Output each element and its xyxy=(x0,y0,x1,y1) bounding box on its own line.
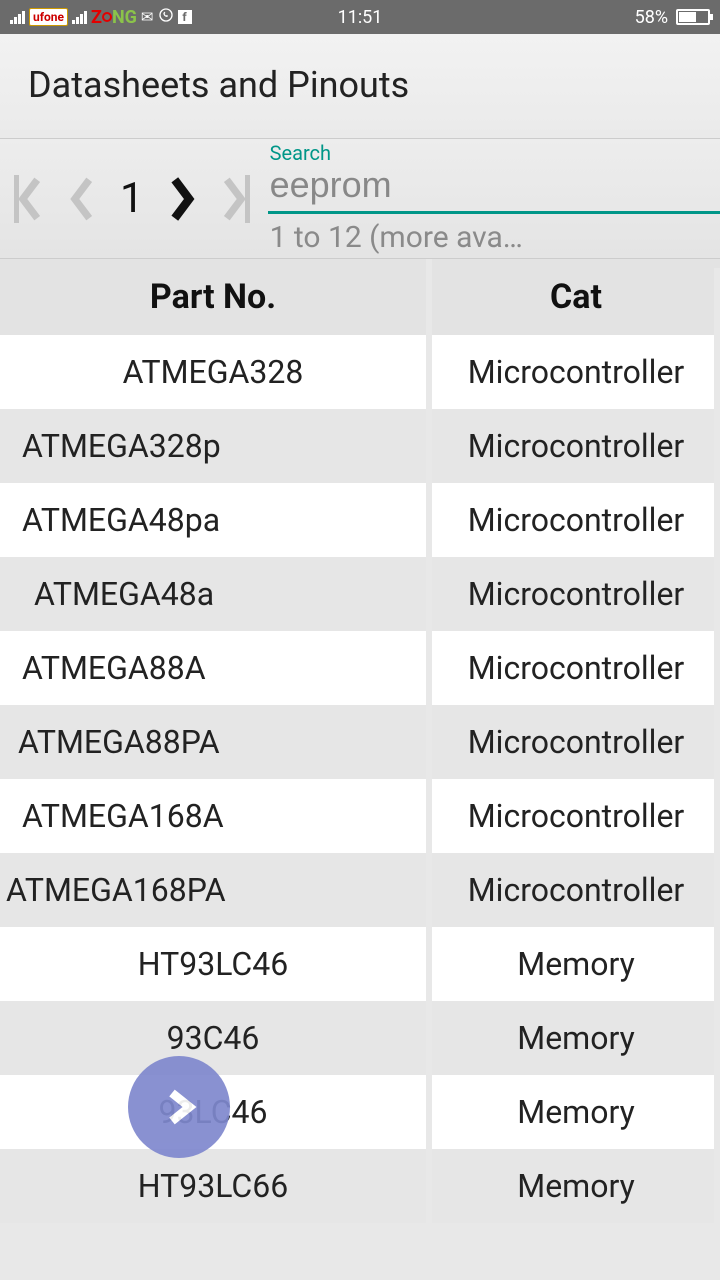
table-row[interactable]: ATMEGA168AMicrocontroller xyxy=(0,779,720,853)
first-page-button[interactable] xyxy=(4,139,56,258)
search-area: Search 1 to 12 (more ava… xyxy=(264,139,720,258)
carrier-badge-ufone: ufone xyxy=(29,8,68,26)
table-row[interactable]: ATMEGA88PAMicrocontroller xyxy=(0,705,720,779)
table-header: Part No. Cat xyxy=(0,259,720,335)
cell-part-no: ATMEGA328p xyxy=(0,409,432,483)
prev-page-button[interactable] xyxy=(56,139,108,258)
signal-icon-2 xyxy=(72,11,87,24)
cell-category: Microcontroller xyxy=(432,557,720,631)
cell-part-no: HT93LC46 xyxy=(0,927,432,1001)
current-page: 1 xyxy=(108,174,156,223)
whatsapp-icon xyxy=(158,7,174,27)
table-row[interactable]: ATMEGA88AMicrocontroller xyxy=(0,631,720,705)
cell-part-no: ATMEGA48a xyxy=(0,557,432,631)
cell-category: Memory xyxy=(432,927,720,1001)
cell-part-no: ATMEGA88A xyxy=(0,631,432,705)
cell-category: Memory xyxy=(432,1075,720,1149)
table-row[interactable]: HT93LC46Memory xyxy=(0,927,720,1001)
cell-category: Microcontroller xyxy=(432,705,720,779)
last-page-button[interactable] xyxy=(208,139,260,258)
cell-part-no: ATMEGA168PA xyxy=(0,853,432,927)
table-row[interactable]: 93LC46Memory xyxy=(0,1075,720,1149)
carrier-badge-zong: ZNG xyxy=(91,7,137,28)
table-row[interactable]: ATMEGA168PAMicrocontroller xyxy=(0,853,720,927)
result-count: 1 to 12 (more ava… xyxy=(268,220,720,255)
battery-percent: 58% xyxy=(635,7,668,28)
cell-category: Microcontroller xyxy=(432,779,720,853)
table-row[interactable]: ATMEGA48paMicrocontroller xyxy=(0,483,720,557)
cell-category: Microcontroller xyxy=(432,409,720,483)
cell-category: Microcontroller xyxy=(432,483,720,557)
col-category: Cat xyxy=(432,259,720,335)
scroll-edge xyxy=(714,268,720,1280)
table-row[interactable]: ATMEGA328Microcontroller xyxy=(0,335,720,409)
cell-category: Microcontroller xyxy=(432,631,720,705)
toolbar: 1 Search 1 to 12 (more ava… xyxy=(0,139,720,259)
status-bar: ufone ZNG ✉ f 11:51 58% xyxy=(0,0,720,34)
cell-category: Microcontroller xyxy=(432,853,720,927)
table-row[interactable]: 93C46Memory xyxy=(0,1001,720,1075)
floating-next-button[interactable] xyxy=(128,1056,230,1158)
table-row[interactable]: HT93LC66Memory xyxy=(0,1149,720,1223)
cell-part-no: ATMEGA88PA xyxy=(0,705,432,779)
battery-icon xyxy=(676,9,710,25)
app-header: Datasheets and Pinouts xyxy=(0,34,720,139)
search-input[interactable] xyxy=(268,159,720,211)
signal-icon-1 xyxy=(10,11,25,24)
table-row[interactable]: ATMEGA328pMicrocontroller xyxy=(0,409,720,483)
cell-category: Microcontroller xyxy=(432,335,720,409)
results-table: Part No. Cat ATMEGA328MicrocontrollerATM… xyxy=(0,259,720,1223)
pager: 1 xyxy=(0,139,264,258)
facebook-icon: f xyxy=(178,10,192,24)
table-row[interactable]: ATMEGA48aMicrocontroller xyxy=(0,557,720,631)
cell-part-no: HT93LC66 xyxy=(0,1149,432,1223)
search-label: Search xyxy=(270,141,331,165)
cell-category: Memory xyxy=(432,1149,720,1223)
status-time: 11:51 xyxy=(338,7,383,28)
next-page-button[interactable] xyxy=(156,139,208,258)
cell-part-no: ATMEGA328 xyxy=(0,335,432,409)
cell-category: Memory xyxy=(432,1001,720,1075)
page-title: Datasheets and Pinouts xyxy=(28,64,692,106)
gmail-icon: ✉ xyxy=(141,8,154,26)
cell-part-no: ATMEGA168A xyxy=(0,779,432,853)
cell-part-no: 93C46 xyxy=(0,1001,432,1075)
cell-part-no: ATMEGA48pa xyxy=(0,483,432,557)
col-part-no: Part No. xyxy=(0,259,432,335)
